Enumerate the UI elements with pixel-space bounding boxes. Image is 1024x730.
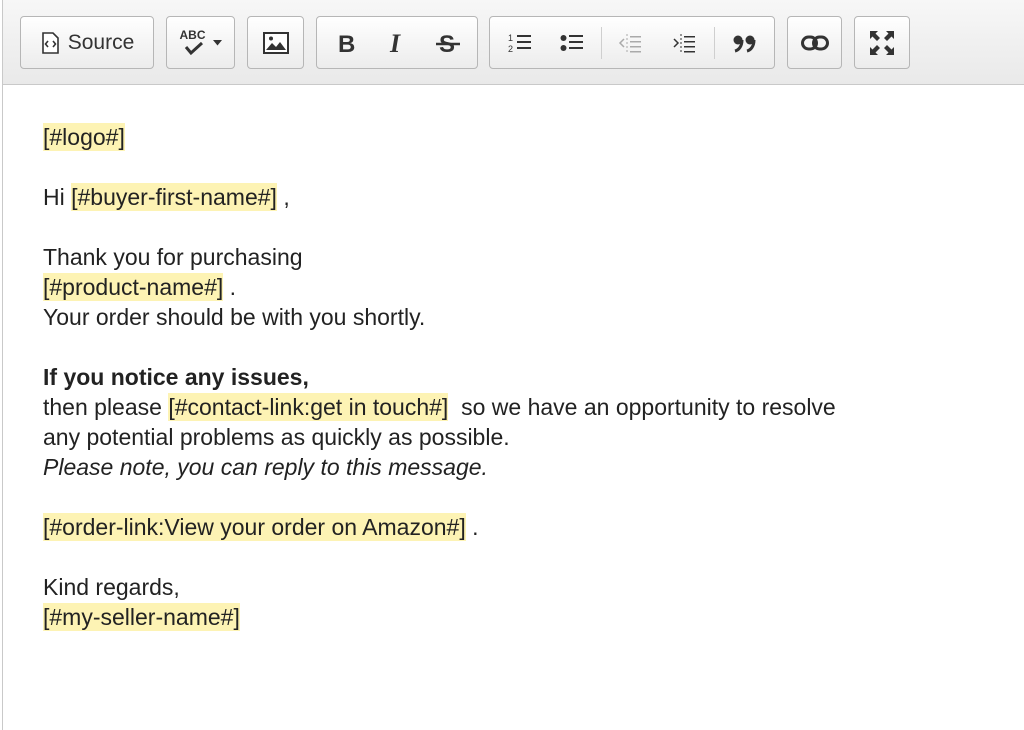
order-line: Your order should be with you shortly. [43, 304, 426, 330]
toolbar-group-insert [247, 16, 304, 69]
link-button[interactable] [788, 17, 841, 68]
source-icon [40, 31, 60, 54]
contact-line-2: any potential problems as quickly as pos… [43, 424, 510, 450]
toolbar-group-links [787, 16, 842, 69]
outdent-button[interactable] [606, 17, 654, 68]
svg-text:2: 2 [508, 44, 513, 54]
greeting-prefix: Hi [43, 184, 72, 210]
toolbar-group-tools [854, 16, 910, 69]
bold-icon: B [336, 30, 358, 56]
svg-text:I: I [389, 30, 401, 56]
numbered-list-button[interactable]: 1 2 [496, 17, 544, 68]
toolbar-separator [714, 27, 715, 59]
bulleted-list-icon [560, 32, 584, 54]
bold-button[interactable]: B [323, 17, 371, 68]
outdent-icon [618, 32, 642, 54]
indent-button[interactable] [660, 17, 708, 68]
greeting-line: Hi [#buyer-first-name#] , [43, 182, 1003, 212]
spellcheck-button[interactable]: ABC [167, 17, 234, 68]
editor-content[interactable]: [#logo#] Hi [#buyer-first-name#] , Thank… [43, 122, 1003, 632]
italic-button[interactable]: I [373, 17, 421, 68]
svg-text:B: B [338, 31, 355, 56]
placeholder-product-name: [#product-name#] [43, 273, 224, 301]
source-button[interactable]: Source [21, 17, 153, 68]
greeting-suffix: , [276, 184, 290, 210]
issues-heading: If you notice any issues, [43, 364, 309, 390]
image-icon [262, 31, 289, 54]
product-line: [#product-name#] . [43, 272, 1003, 302]
strikethrough-icon: S [436, 30, 460, 56]
blockquote-icon [732, 32, 758, 54]
placeholder-order-link: [#order-link:View your order on Amazon#] [43, 513, 466, 541]
bulleted-list-button[interactable] [548, 17, 596, 68]
order-link-line: [#order-link:View your order on Amazon#]… [43, 512, 1003, 542]
toolbar-group-spellcheck: ABC [166, 16, 235, 69]
toolbar-group-paragraph: 1 2 [489, 16, 775, 69]
placeholder-logo: [#logo#] [43, 123, 125, 151]
thanks-line: Thank you for purchasing [43, 244, 303, 270]
numbered-list-icon: 1 2 [508, 32, 532, 54]
link-icon [800, 35, 829, 51]
contact-line: then please [#contact-link:get in touch#… [43, 392, 1003, 422]
toolbar-group-document: Source [20, 16, 154, 69]
maximize-icon [869, 30, 895, 56]
editor-toolbar: Source ABC B I S 1 2 [3, 0, 1024, 85]
source-button-label: Source [67, 30, 135, 54]
contact-prefix: then please [43, 394, 169, 420]
spellcheck-icon: ABC [180, 28, 210, 58]
seller-line: [#my-seller-name#] [43, 602, 1003, 632]
strikethrough-button[interactable]: S [423, 17, 473, 68]
toolbar-group-basicstyles: B I S [316, 16, 478, 69]
svg-text:1: 1 [508, 33, 513, 43]
placeholder-buyer-first-name: [#buyer-first-name#] [71, 183, 277, 211]
contact-suffix: so we have an opportunity to resolve [448, 394, 836, 420]
regards-line: Kind regards, [43, 574, 180, 600]
order-link-suffix: . [465, 514, 479, 540]
chevron-down-icon [212, 39, 222, 46]
indent-icon [672, 32, 696, 54]
rich-text-editor: Source ABC B I S 1 2 [#logo#] Hi [#buyer… [2, 0, 1024, 730]
product-suffix: . [223, 274, 237, 300]
italic-icon: I [386, 30, 408, 56]
note-line: Please note, you can reply to this messa… [43, 454, 488, 480]
placeholder-contact-link: [#contact-link:get in touch#] [168, 393, 449, 421]
toolbar-separator [601, 27, 602, 59]
placeholder-my-seller-name: [#my-seller-name#] [43, 603, 240, 631]
blockquote-button[interactable] [720, 17, 770, 68]
logo-line: [#logo#] [43, 122, 1003, 152]
image-button[interactable] [248, 17, 303, 68]
maximize-button[interactable] [855, 17, 909, 68]
